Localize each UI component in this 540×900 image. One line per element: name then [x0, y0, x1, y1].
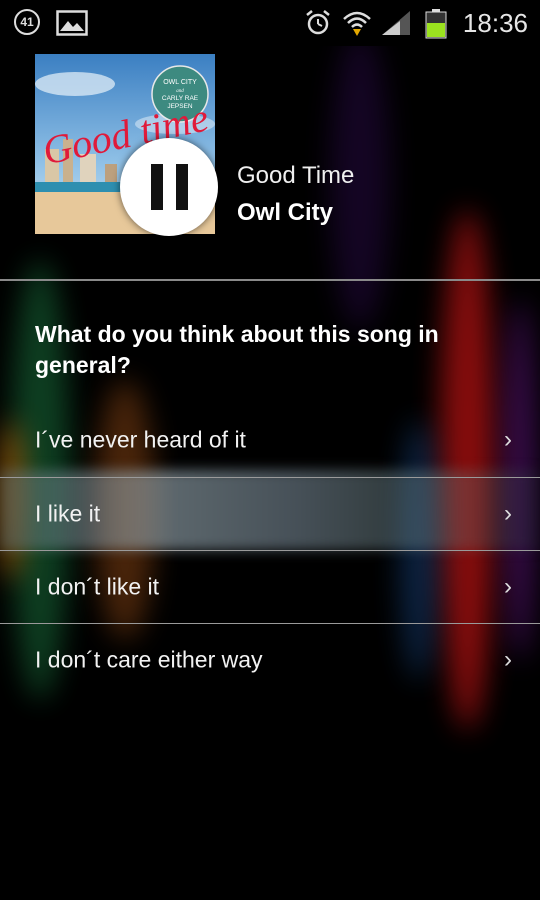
survey-question: What do you think about this song in gen…	[35, 321, 439, 378]
chevron-right-icon: ›	[504, 425, 512, 453]
pause-icon	[150, 164, 163, 210]
chevron-right-icon: ›	[504, 572, 512, 600]
wifi-icon	[343, 11, 371, 36]
song-title: Good Time	[237, 162, 355, 189]
battery-icon	[425, 9, 447, 39]
pause-button[interactable]	[120, 138, 218, 236]
alarm-icon	[306, 10, 330, 35]
clock: 18:36	[462, 8, 528, 38]
chevron-right-icon: ›	[504, 499, 512, 527]
option-label: I don´t like it	[35, 573, 159, 599]
album-badge-line2: and	[176, 89, 184, 94]
notification-count: 41	[20, 15, 34, 29]
option-label: I like it	[35, 500, 101, 526]
option-dont-care[interactable]: I don´t care either way ›	[0, 623, 540, 696]
notification-count-icon: 41	[14, 9, 40, 35]
option-like[interactable]: I like it ›	[0, 477, 540, 550]
signal-icon	[382, 11, 410, 35]
chevron-right-icon: ›	[504, 645, 512, 673]
header-divider	[0, 279, 540, 281]
song-artist: Owl City	[237, 199, 334, 226]
option-never-heard[interactable]: I´ve never heard of it ›	[0, 403, 540, 476]
gallery-icon	[56, 10, 88, 36]
option-label: I´ve never heard of it	[35, 426, 246, 452]
album-badge-line1: OWL CITY	[163, 79, 197, 86]
status-bar: 41 18:36	[0, 0, 540, 46]
option-dislike[interactable]: I don´t like it ›	[0, 550, 540, 623]
option-label: I don´t care either way	[35, 646, 263, 672]
